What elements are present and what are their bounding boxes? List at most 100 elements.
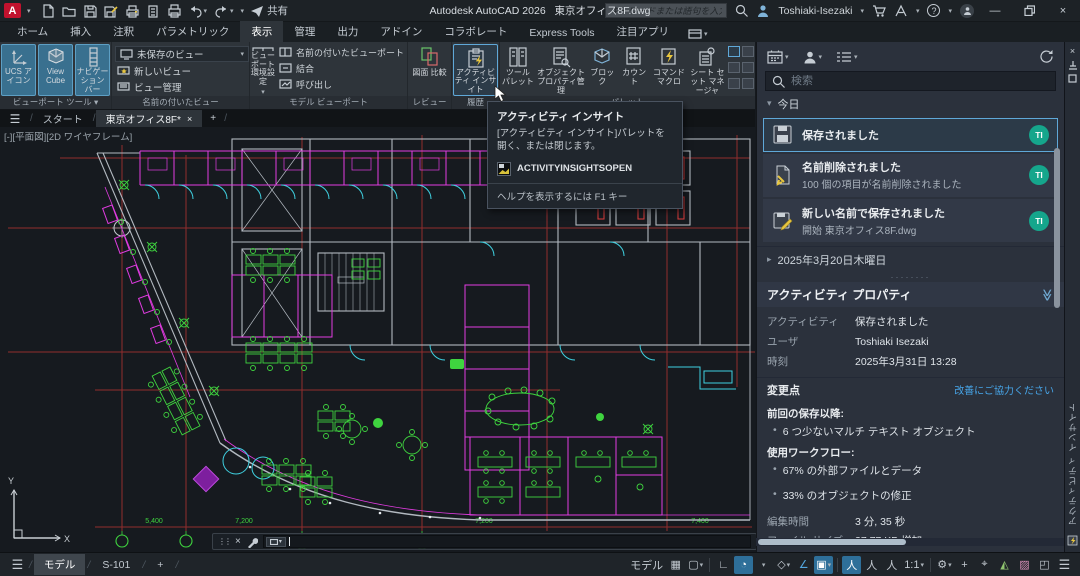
sheet-set-manager-button[interactable]: シート セット マネージャ — [688, 44, 727, 96]
save-as-icon[interactable] — [104, 4, 118, 18]
save-icon[interactable] — [83, 4, 97, 18]
customization-icon[interactable]: ☰ — [1055, 556, 1074, 574]
viewport-configuration-button[interactable]: ビューポート 環境設定▾ — [251, 44, 275, 96]
ortho-toggle-icon[interactable]: ∟ — [714, 556, 733, 574]
activity-item-saved[interactable]: 保存されました TI — [763, 118, 1058, 152]
recent-commands-icon[interactable]: ▾ — [266, 537, 286, 547]
sheet-set-small-icon[interactable] — [742, 46, 754, 57]
user-icon[interactable] — [756, 4, 770, 17]
palette-properties-icon[interactable] — [1068, 74, 1077, 88]
help-search-input[interactable] — [605, 3, 727, 18]
group-today[interactable]: ▾今日 — [757, 91, 1064, 117]
tab-addins[interactable]: アドイン — [369, 21, 433, 42]
autodesk-apps-caret-icon[interactable]: ▾ — [916, 7, 920, 15]
new-file-icon[interactable] — [41, 4, 55, 18]
ribbon-display-toggle[interactable]: ▾ — [688, 29, 708, 42]
refresh-icon[interactable] — [1039, 49, 1054, 64]
view-options-icon[interactable]: ▾ — [836, 51, 858, 63]
annotation-scale-icon[interactable]: 人 — [882, 556, 901, 574]
clean-screen-image-icon[interactable]: ▨ — [1015, 556, 1034, 574]
palette-search-input[interactable] — [791, 75, 1049, 87]
blocks-palette-button[interactable]: ブロック — [587, 44, 617, 96]
close-tab-icon[interactable]: × — [187, 114, 192, 124]
properties-small-icon[interactable] — [728, 46, 740, 57]
workspace-switch-icon[interactable]: ⚙▾ — [935, 556, 954, 574]
feedback-link[interactable]: 改善にご協力ください — [954, 382, 1054, 397]
count-palette-button[interactable]: カウント — [618, 44, 650, 96]
tab-insert[interactable]: 挿入 — [59, 21, 102, 42]
user-menu-caret-icon[interactable]: ▾ — [860, 7, 864, 15]
new-layout-button[interactable]: + — [147, 556, 173, 574]
named-views-dropdown[interactable]: 未保存のビュー▾ — [115, 46, 249, 62]
tab-drawing[interactable]: 東京オフィス8F*× — [96, 110, 203, 127]
model-tab[interactable]: モデル — [34, 554, 86, 575]
grid-toggle-icon[interactable]: ▦ — [666, 556, 685, 574]
join-viewports-button[interactable]: 結合 — [275, 60, 408, 76]
autocad-app-logo[interactable]: A — [4, 3, 21, 18]
tab-start[interactable]: スタート — [33, 110, 93, 127]
undo-icon[interactable]: ▾ — [188, 4, 208, 18]
print-icon[interactable] — [167, 4, 181, 18]
new-drawing-tab-button[interactable]: + — [202, 110, 224, 127]
help-icon[interactable]: ? — [927, 4, 940, 17]
file-tab-menu-icon[interactable]: ☰ — [0, 110, 30, 127]
publish-icon[interactable] — [146, 4, 160, 18]
palette-autohide-icon[interactable] — [1068, 60, 1078, 74]
clipboard-small-icon[interactable] — [742, 78, 754, 89]
collapse-chevron-icon[interactable]: ≫ — [1041, 288, 1055, 301]
palette-splitter-handle[interactable]: ········ — [757, 272, 1064, 282]
activity-insight-button[interactable]: アクティビティ インサイト — [453, 44, 498, 96]
plot-icon[interactable] — [125, 4, 139, 18]
tab-express-tools[interactable]: Express Tools — [518, 24, 605, 42]
palette-vscrollbar-thumb[interactable] — [1054, 148, 1060, 308]
panel-label-review[interactable]: レビュー — [408, 96, 451, 109]
palette-search[interactable] — [765, 71, 1056, 91]
polar-caret-icon[interactable]: ▾ — [754, 556, 773, 574]
close-button[interactable]: × — [1050, 5, 1076, 17]
command-line-close-icon[interactable]: × — [235, 536, 241, 547]
store-cart-icon[interactable] — [872, 4, 886, 17]
annotation-visibility-icon[interactable]: 人 — [842, 556, 861, 574]
tab-featured-apps[interactable]: 注目アプリ — [606, 21, 681, 42]
new-view-button[interactable]: 新しいビュー — [113, 63, 248, 79]
autodesk-apps-icon[interactable] — [894, 4, 908, 17]
isodraft-icon[interactable]: ◇▾ — [774, 556, 793, 574]
graphics-performance-icon[interactable]: ◭ — [995, 556, 1014, 574]
tab-output[interactable]: 出力 — [326, 21, 369, 42]
panel-label-named-views[interactable]: 名前の付いたビュー — [112, 96, 249, 109]
tab-view[interactable]: 表示 — [240, 21, 283, 42]
date-filter-icon[interactable]: ▾ — [767, 50, 789, 64]
viewcube-toggle[interactable]: View Cube — [38, 44, 73, 96]
command-line[interactable]: ⋮⋮ × ▾ — [212, 533, 757, 550]
ucs-icon-toggle[interactable]: UCS アイコン — [1, 44, 36, 96]
panel-label-viewport-tools[interactable]: ビューポート ツール ▾ — [0, 96, 111, 109]
activity-item-purged[interactable]: 名前削除されました100 個の項目が名前削除されました TI — [763, 154, 1058, 197]
tab-parametric[interactable]: パラメトリック — [145, 21, 240, 42]
palette-hscrollbar-thumb[interactable] — [758, 539, 906, 545]
share-button[interactable]: 共有 — [250, 3, 288, 18]
activity-item-saved-as[interactable]: 新しい名前で保存されました開始 東京オフィス8F.dwg TI — [763, 199, 1058, 242]
viewport-controls-label[interactable]: [-][平面図][2D ワイヤフレーム] — [4, 129, 132, 143]
app-menu-caret-icon[interactable]: ▾ — [27, 7, 31, 15]
drawing-compare-button[interactable]: 図面 比較 — [409, 44, 450, 96]
autoscale-icon[interactable]: 人 — [862, 556, 881, 574]
object-snap-tracking-icon[interactable]: ∠ — [794, 556, 813, 574]
user-filter-icon[interactable]: ▾ — [803, 50, 823, 64]
profile-icon[interactable] — [960, 4, 974, 18]
layout-tab-s101[interactable]: S-101 — [92, 556, 140, 574]
command-line-grip[interactable]: ⋮⋮ — [218, 537, 230, 546]
help-caret-icon[interactable]: ▾ — [948, 7, 952, 15]
snap-toggle-icon[interactable]: ▢▾ — [686, 556, 705, 574]
search-icon[interactable] — [735, 4, 748, 17]
group-older-date[interactable]: ▸2025年3月20日木曜日 — [757, 246, 1064, 272]
command-macros-button[interactable]: コマンド マクロ — [651, 44, 687, 96]
qat-customize-caret-icon[interactable]: ▾ — [241, 7, 245, 15]
tab-manage[interactable]: 管理 — [283, 21, 326, 42]
restore-viewports-button[interactable]: 呼び出し — [275, 76, 408, 92]
named-viewports-button[interactable]: 名前の付いたビューポート — [275, 44, 408, 60]
redo-icon[interactable]: ▾ — [214, 4, 234, 18]
open-file-icon[interactable] — [62, 4, 76, 18]
scale-value[interactable]: 1:1▾ — [902, 556, 926, 574]
command-input[interactable]: ▾ — [263, 535, 751, 548]
polar-tracking-icon[interactable]: ◔ — [734, 556, 753, 574]
